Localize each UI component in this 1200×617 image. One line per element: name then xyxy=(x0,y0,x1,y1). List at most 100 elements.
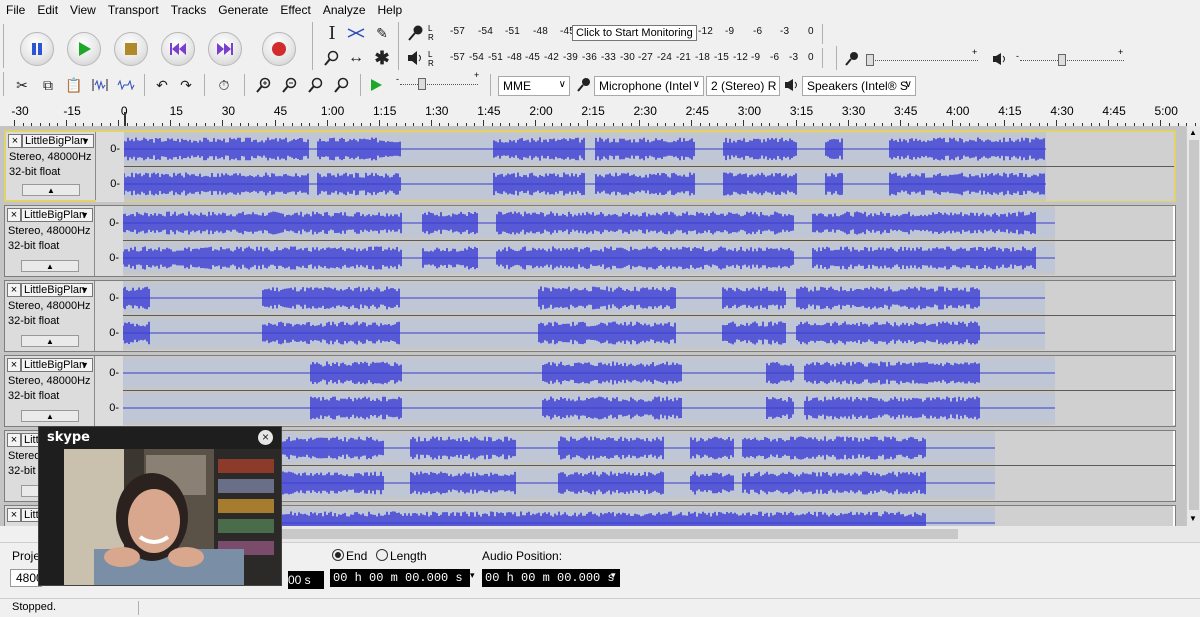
cut-icon[interactable]: ✂ xyxy=(12,75,32,95)
vertical-scale[interactable]: 0- xyxy=(95,356,123,391)
close-icon[interactable]: × xyxy=(7,283,21,297)
close-icon[interactable]: × xyxy=(8,134,22,148)
play-at-speed-icon[interactable] xyxy=(366,75,386,95)
track-name-menu[interactable]: LittleBigPlan ▼ xyxy=(22,134,94,148)
silence-icon[interactable] xyxy=(116,75,136,95)
scroll-down-icon[interactable]: ▼ xyxy=(1189,514,1197,523)
playback-volume-slider[interactable] xyxy=(1020,60,1124,62)
vertical-scroll-thumb[interactable] xyxy=(1189,140,1199,510)
vertical-scale[interactable]: 0- xyxy=(95,206,123,241)
multi-tool-icon[interactable]: ✱ xyxy=(372,48,392,68)
track-name-menu[interactable]: LittleBigPlan ▼ xyxy=(21,208,93,222)
stop-button[interactable] xyxy=(114,32,148,66)
fit-project-icon[interactable] xyxy=(332,75,352,95)
recording-device-select[interactable]: Microphone (Intel ∨ xyxy=(594,76,704,96)
audio-track[interactable]: × LittleBigPlan ▼ Stereo, 48000Hz 32-bit flo… xyxy=(4,130,1176,202)
copy-icon[interactable]: ⧉ xyxy=(38,75,58,95)
paste-icon[interactable]: 📋 xyxy=(64,75,84,95)
track-control-panel[interactable]: × LittleBigPlan ▼ Stereo, 48000Hz 32-bit flo… xyxy=(5,281,95,351)
recording-volume-slider[interactable] xyxy=(870,60,978,62)
selection-tool-icon[interactable]: I xyxy=(322,23,342,44)
close-icon[interactable]: × xyxy=(258,430,273,445)
zoom-in-icon[interactable] xyxy=(254,75,274,95)
menu-generate[interactable]: Generate xyxy=(212,3,274,17)
waveform-channel[interactable] xyxy=(123,316,1175,350)
selection-start-field[interactable]: 00 s xyxy=(288,571,324,589)
timeshift-tool-icon[interactable]: ↔ xyxy=(346,48,366,68)
track-control-panel[interactable]: × LittleBigPlan ▼ Stereo, 48000Hz 32-bit flo… xyxy=(5,356,95,426)
play-button[interactable] xyxy=(67,32,101,66)
close-icon[interactable]: × xyxy=(7,208,21,222)
fit-selection-icon[interactable] xyxy=(306,75,326,95)
start-monitoring-tooltip[interactable]: Click to Start Monitoring xyxy=(572,25,697,41)
vertical-scale[interactable]: 0- xyxy=(95,316,123,351)
waveform-channel[interactable] xyxy=(124,167,1174,201)
zoom-out-icon[interactable] xyxy=(280,75,300,95)
envelope-tool-icon[interactable] xyxy=(346,23,366,43)
selection-end-field[interactable]: 00 h 00 m 00.000 s xyxy=(330,569,470,587)
vertical-scale[interactable]: 0- xyxy=(96,167,124,202)
close-icon[interactable]: × xyxy=(7,358,21,372)
menu-tracks[interactable]: Tracks xyxy=(165,3,213,17)
length-radio[interactable] xyxy=(376,549,388,561)
recording-volume-thumb[interactable] xyxy=(866,54,874,66)
waveform-channel[interactable] xyxy=(123,206,1175,240)
zoom-tool-icon[interactable] xyxy=(322,48,342,68)
menu-help[interactable]: Help xyxy=(372,3,409,17)
collapse-track-button[interactable]: ▲ xyxy=(21,335,79,347)
draw-tool-icon[interactable]: ✎ xyxy=(372,23,392,43)
recording-channels-select[interactable]: 2 (Stereo) R xyxy=(706,76,780,96)
horizontal-scroll-thumb[interactable] xyxy=(278,529,958,539)
vertical-scale[interactable]: 0- xyxy=(95,391,123,426)
play-speed-slider[interactable] xyxy=(400,84,478,86)
menu-transport[interactable]: Transport xyxy=(102,3,165,17)
scroll-up-icon[interactable]: ▲ xyxy=(1189,128,1197,137)
audio-track[interactable]: × LittleBigPlan ▼ Stereo, 48000Hz 32-bit flo… xyxy=(4,205,1176,277)
trim-icon[interactable] xyxy=(90,75,110,95)
waveform-channel[interactable] xyxy=(123,241,1175,275)
pause-button[interactable] xyxy=(20,32,54,66)
track-control-panel[interactable]: × LittleBigPlan ▼ Stereo, 48000Hz 32-bit flo… xyxy=(6,132,96,200)
record-meter-mic-icon[interactable] xyxy=(406,23,426,43)
audio-host-select[interactable]: MME ∨ xyxy=(498,76,570,96)
chevron-down-icon[interactable]: ▾ xyxy=(611,570,616,581)
end-radio[interactable] xyxy=(332,549,344,561)
menu-file[interactable]: File xyxy=(0,3,31,17)
skip-to-start-button[interactable] xyxy=(161,32,195,66)
close-icon[interactable]: × xyxy=(7,433,21,447)
close-icon[interactable]: × xyxy=(7,508,21,522)
play-meter-speaker-icon[interactable] xyxy=(406,48,426,68)
redo-icon[interactable]: ↷ xyxy=(176,75,196,95)
vertical-scrollbar[interactable]: ▲ ▼ xyxy=(1186,126,1200,526)
skype-video-overlay[interactable]: skype × xyxy=(38,426,282,586)
audio-track[interactable]: × LittleBigPlan ▼ Stereo, 48000Hz 32-bit flo… xyxy=(4,355,1176,427)
collapse-track-button[interactable]: ▲ xyxy=(22,184,80,196)
track-name-menu[interactable]: LittleBigPlan ▼ xyxy=(21,358,93,372)
track-name-menu[interactable]: LittleBigPlan ▼ xyxy=(21,283,93,297)
waveform-channel[interactable] xyxy=(124,132,1174,166)
track-control-panel[interactable]: × LittleBigPlan ▼ Stereo, 48000Hz 32-bit flo… xyxy=(5,206,95,276)
waveform-channel[interactable] xyxy=(123,391,1175,425)
audio-position-field[interactable]: 00 h 00 m 00.000 s xyxy=(482,569,620,587)
menu-effect[interactable]: Effect xyxy=(274,3,316,17)
play-head-marker[interactable] xyxy=(124,112,126,126)
vertical-scale[interactable]: 0- xyxy=(95,241,123,276)
menu-edit[interactable]: Edit xyxy=(31,3,64,17)
menu-analyze[interactable]: Analyze xyxy=(317,3,372,17)
audio-track[interactable]: × LittleBigPlan ▼ Stereo, 48000Hz 32-bit flo… xyxy=(4,280,1176,352)
menu-view[interactable]: View xyxy=(64,3,102,17)
playback-volume-thumb[interactable] xyxy=(1058,54,1066,66)
sync-lock-icon[interactable]: ⏱ xyxy=(214,75,234,95)
vertical-scale[interactable]: 0- xyxy=(96,132,124,167)
record-button[interactable] xyxy=(262,32,296,66)
waveform-channel[interactable] xyxy=(123,281,1175,315)
collapse-track-button[interactable]: ▲ xyxy=(21,410,79,422)
undo-icon[interactable]: ↶ xyxy=(152,75,172,95)
timeline-ruler[interactable]: -30 -15 0 15 30 45 1:00 1:15 1:30 1:45 2:00 2:15 2:3… xyxy=(0,98,1196,127)
chevron-down-icon[interactable]: ▾ xyxy=(470,570,475,581)
waveform-channel[interactable] xyxy=(123,356,1175,390)
collapse-track-button[interactable]: ▲ xyxy=(21,260,79,272)
play-speed-thumb[interactable] xyxy=(418,78,426,90)
vertical-scale[interactable]: 0- xyxy=(95,281,123,316)
playback-device-select[interactable]: Speakers (Intel® S ∨ xyxy=(802,76,916,96)
